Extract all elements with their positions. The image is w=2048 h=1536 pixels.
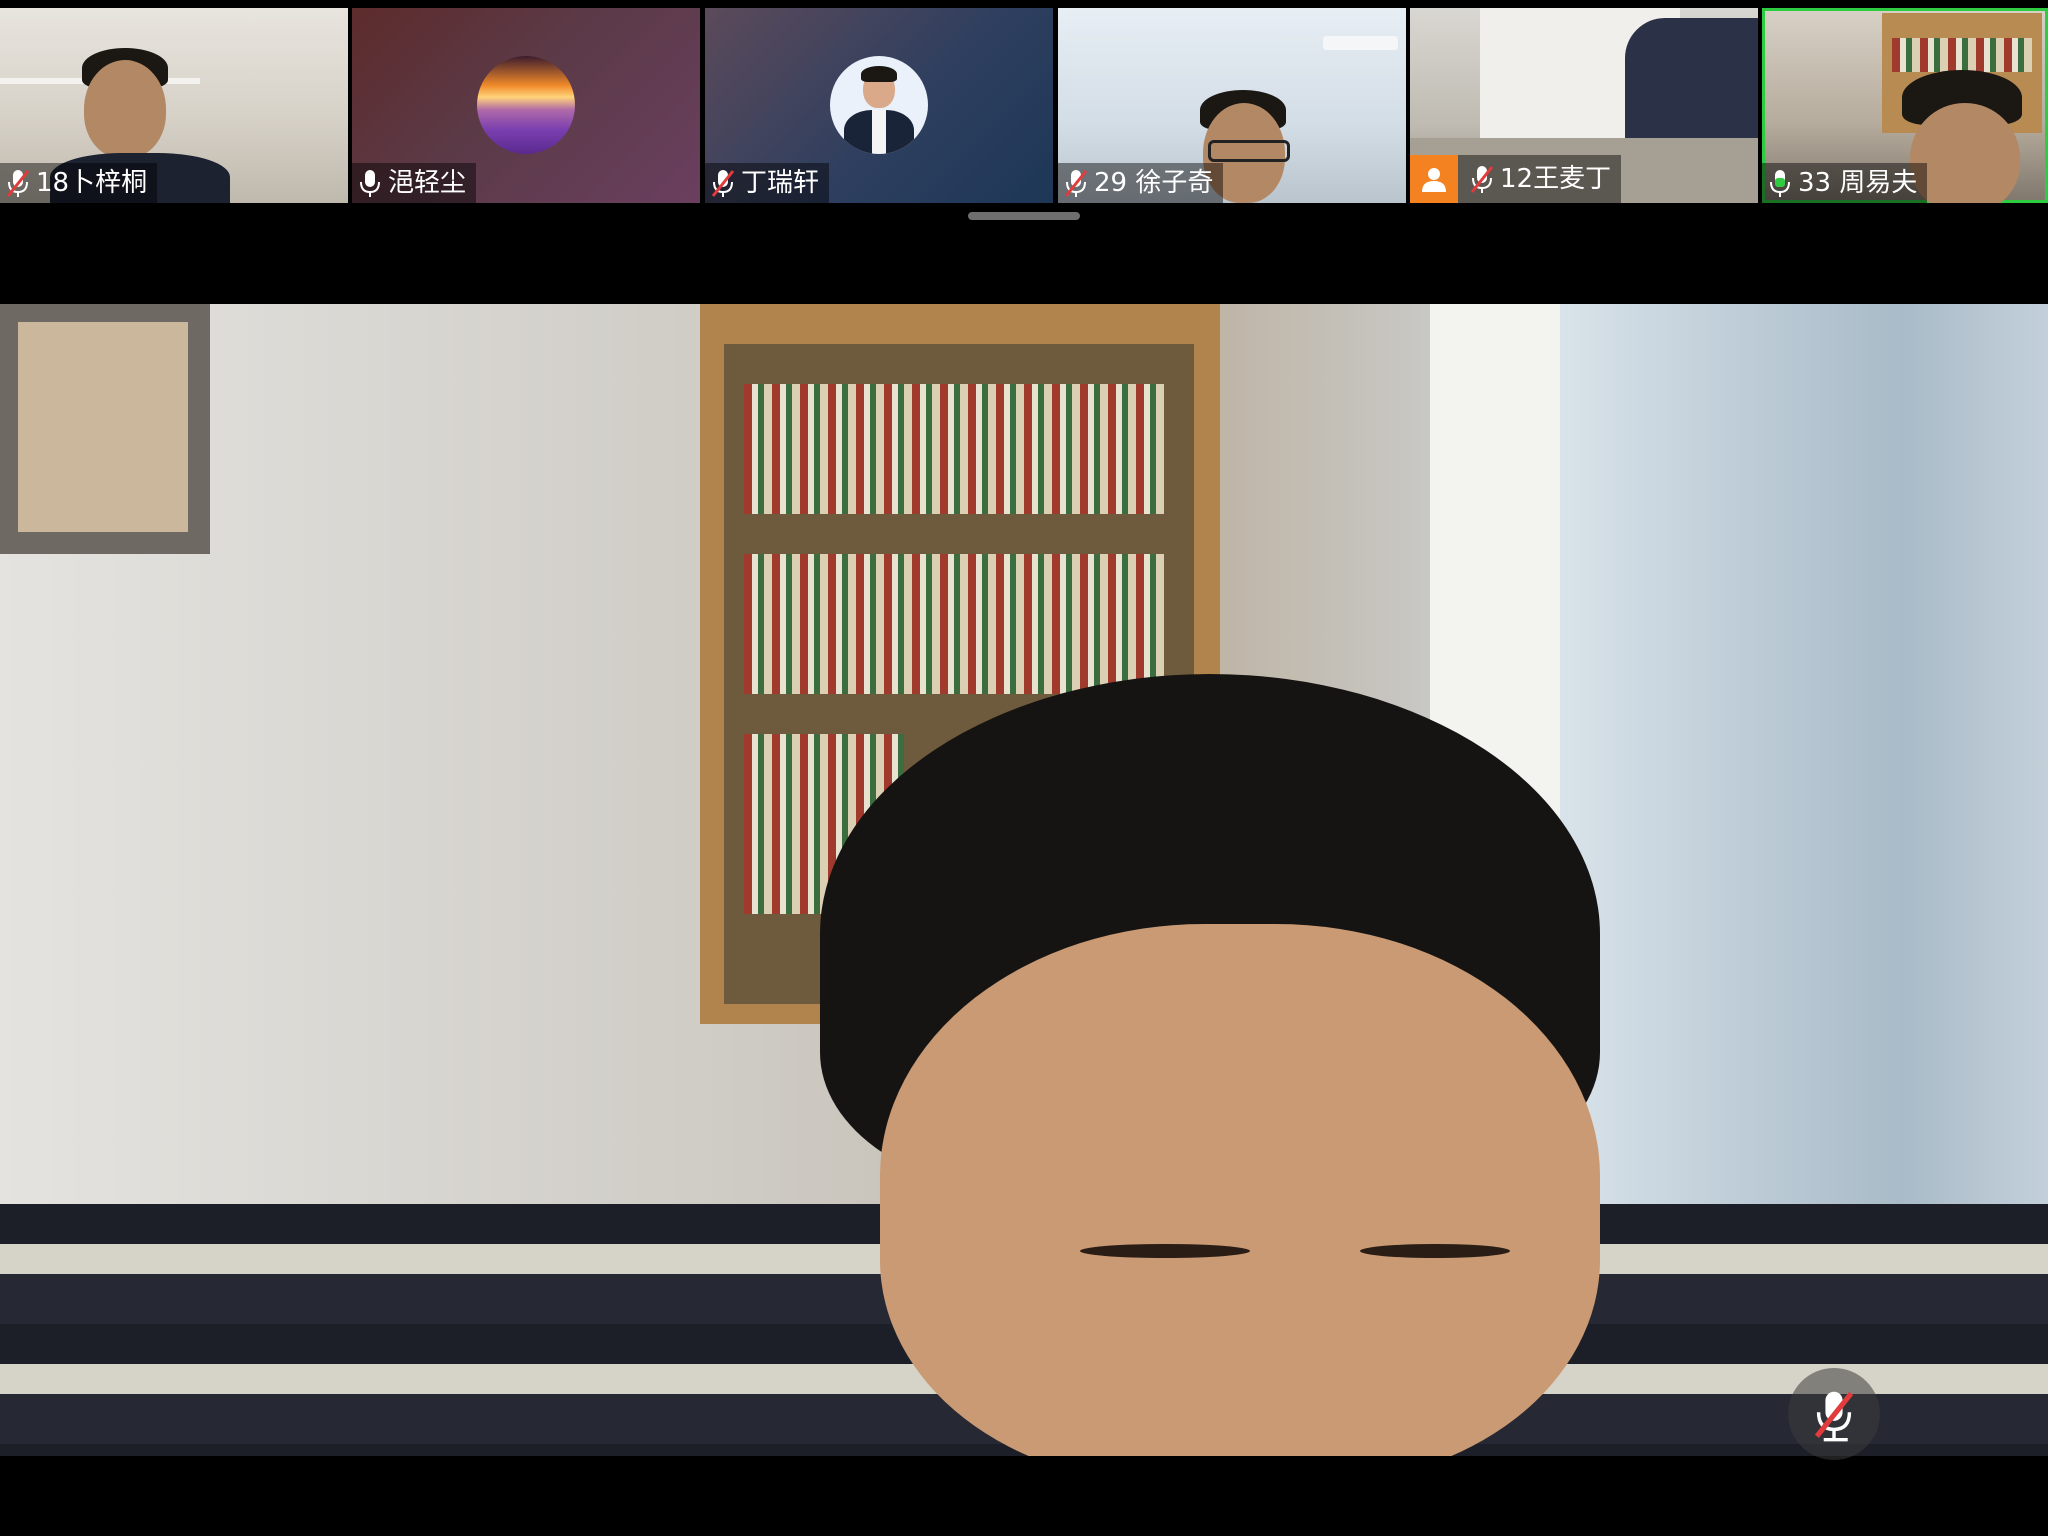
participant-tile[interactable]: 丁瑞轩: [705, 8, 1053, 203]
participant-tile[interactable]: 12王麦丁: [1410, 8, 1758, 203]
participant-name: 浥轻尘: [388, 168, 467, 198]
participant-avatar: [830, 56, 928, 154]
mic-muted-icon: [1062, 167, 1090, 199]
participant-label: 浥轻尘: [352, 163, 477, 203]
person-icon: [1410, 155, 1458, 203]
books: [744, 384, 1164, 514]
participant-tile[interactable]: 浥轻尘: [352, 8, 700, 203]
participant-name: 29 徐子奇: [1094, 168, 1214, 198]
participant-tile[interactable]: 29 徐子奇: [1058, 8, 1406, 203]
speaker-face: [880, 924, 1600, 1456]
books: [1892, 38, 2032, 72]
participant-name: 33 周易夫: [1798, 168, 1918, 198]
mic-icon: [356, 167, 384, 199]
main-video: [0, 304, 2048, 1456]
strip-drag-handle[interactable]: [968, 212, 1080, 220]
speaker-eye: [1360, 1244, 1510, 1258]
glasses: [1208, 140, 1290, 162]
participant-name: 丁瑞轩: [741, 168, 820, 198]
books: [744, 554, 1164, 694]
participant-face: [84, 60, 166, 158]
participant-avatar: [477, 56, 575, 154]
participant-label: 33 周易夫: [1762, 163, 1928, 203]
participant-tile-active[interactable]: 33 周易夫: [1762, 8, 2048, 203]
wall-photo-frame: [0, 304, 210, 554]
mic-muted-icon: [709, 167, 737, 199]
mic-muted-icon: [4, 167, 32, 199]
participant-name: 18卜梓桐: [36, 168, 148, 198]
participant-strip: 18卜梓桐 浥轻尘 丁瑞轩 29 徐子奇 12王麦丁 33 周易夫: [0, 0, 2048, 205]
participant-tile[interactable]: 18卜梓桐: [0, 8, 348, 203]
air-conditioner: [1323, 36, 1398, 50]
mic-muted-icon[interactable]: [1788, 1368, 1880, 1460]
participant-name: 12王麦丁: [1500, 164, 1612, 194]
mic-speaking-icon: [1766, 167, 1794, 199]
participant-label: 29 徐子奇: [1058, 163, 1224, 203]
participant-label: 18卜梓桐: [0, 163, 158, 203]
participant-label: 丁瑞轩: [705, 163, 830, 203]
participant-label: 12王麦丁: [1410, 155, 1622, 203]
mic-muted-icon: [1468, 163, 1496, 195]
speaker-eye: [1080, 1244, 1250, 1258]
